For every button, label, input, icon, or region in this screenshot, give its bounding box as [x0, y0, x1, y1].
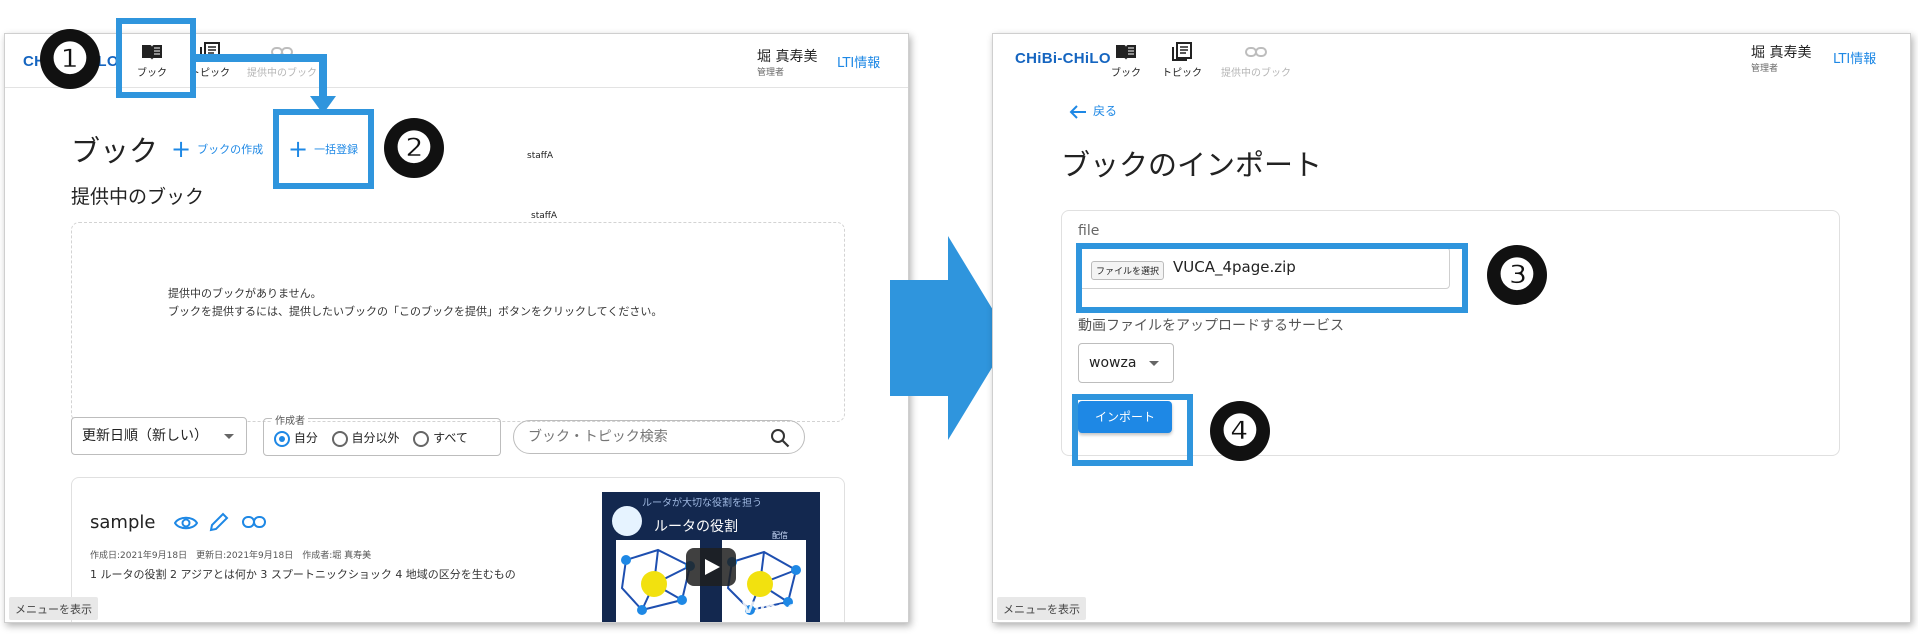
chevron-down-icon: [224, 434, 234, 439]
book-meta: 作成日:2021年9月18日 更新日:2021年9月18日 作成者:堀 真寿美: [90, 551, 372, 561]
radio-icon: [413, 430, 430, 447]
show-menu-button[interactable]: メニューを表示: [997, 597, 1086, 620]
search-icon[interactable]: [770, 428, 790, 448]
step-number-1: ❶: [40, 29, 100, 89]
nav-book[interactable]: ブック: [1097, 40, 1155, 79]
empty-message-line2: ブックを提供するには、提供したいブックの「このブックを提供」ボタンをクリックして…: [168, 305, 663, 318]
user-name[interactable]: 堀 真寿美: [757, 46, 817, 66]
edit-pencil-icon[interactable]: [208, 511, 230, 533]
preview-eye-icon[interactable]: [174, 514, 198, 532]
nav-book-label: ブック: [1111, 68, 1141, 79]
creator-filter: 作成者 自分 自分以外 すべて: [263, 412, 501, 456]
plus-icon: +: [171, 135, 192, 163]
step-number-3: ❸: [1487, 245, 1547, 305]
page-title: ブック: [71, 134, 159, 168]
lti-info-link[interactable]: LTI情報: [837, 52, 880, 71]
service-select-value: wowza: [1089, 355, 1137, 371]
service-select[interactable]: wowza: [1078, 343, 1174, 383]
creator-filter-legend: 作成者: [272, 412, 308, 427]
user-role: 管理者: [757, 68, 785, 78]
creator-option-others[interactable]: 自分以外: [331, 430, 400, 447]
radio-icon: [274, 430, 290, 447]
topic-icon: [1172, 42, 1192, 61]
book-icon: [1116, 45, 1136, 60]
creator-option-all[interactable]: すべて: [413, 430, 468, 447]
shared-books-empty-area: 提供中のブックがありません。 ブックを提供するには、提供したいブックの「このブッ…: [71, 222, 845, 422]
highlight-box-bulk-register: [273, 109, 374, 189]
play-icon: [705, 559, 720, 575]
empty-message-line1: 提供中のブックがありません。: [168, 287, 322, 300]
creator-option-label: 自分以外: [351, 431, 400, 445]
show-menu-button[interactable]: メニューを表示: [9, 597, 98, 620]
book-topics: 1 ルータの役割 2 アジアとは何か 3 スプートニックショック 4 地域の区分…: [90, 568, 516, 581]
sort-select-value: 更新日順（新しい）: [82, 428, 208, 444]
highlight-box-import-button: [1072, 394, 1193, 466]
chevron-down-icon: [1149, 361, 1159, 366]
nav-topic-label: トピック: [1162, 68, 1202, 79]
step-number-2: ❷: [384, 118, 444, 178]
creator-option-label: すべて: [433, 431, 468, 445]
file-field-label: file: [1078, 223, 1100, 239]
service-field-label: 動画ファイルをアップロードするサービス: [1078, 318, 1344, 334]
create-book-label: ブックの作成: [197, 143, 264, 156]
user-name[interactable]: 堀 真寿美: [1751, 42, 1811, 62]
creator-option-mine[interactable]: 自分: [274, 430, 318, 447]
video-thumbnail[interactable]: ルータが大切な役割を担う ルータの役割 配信 Vimeo: [602, 492, 820, 622]
creator-option-label: 自分: [293, 431, 318, 445]
book-card[interactable]: sample 作成日:2021年9月18日 更新日:2021年9月18日 作成者…: [71, 477, 845, 622]
link-icon: [1245, 47, 1267, 57]
thumbnail-title: ルータの役割: [654, 519, 738, 535]
staff-label: staffA: [527, 151, 619, 161]
search-field[interactable]: [513, 420, 805, 454]
page-title: ブックのインポート: [1061, 148, 1323, 182]
step-number-4: ❹: [1210, 401, 1270, 461]
back-link[interactable]: 戻る: [1069, 102, 1117, 120]
mascot-avatar: [612, 506, 642, 536]
highlight-box-file-input: [1076, 243, 1468, 313]
create-book-button[interactable]: + ブックの作成: [171, 135, 264, 164]
thumbnail-watermark: Vimeo: [742, 598, 799, 617]
user-role: 管理者: [1751, 64, 1779, 74]
highlight-box-book-nav: [116, 18, 196, 98]
thumbnail-caption: ルータが大切な役割を担う: [642, 498, 762, 509]
radio-icon: [331, 430, 348, 447]
top-app-bar: CHiBi-CHiLO ブック トピック 提供中のブック 堀 真寿美 管理: [993, 34, 1910, 88]
shared-books-heading: 提供中のブック: [71, 186, 205, 208]
book-import-screen: CHiBi-CHiLO ブック トピック 提供中のブック 堀 真寿美 管理者 L…: [992, 33, 1911, 623]
play-button[interactable]: [686, 548, 736, 586]
link-icon[interactable]: [242, 515, 266, 529]
nav-shared-books[interactable]: 提供中のブック: [1215, 40, 1297, 79]
nav-topic[interactable]: トピック: [1153, 40, 1211, 79]
arrow-left-icon: [1069, 104, 1086, 119]
book-title[interactable]: sample: [90, 512, 155, 533]
step-arrow-1-to-2: [190, 54, 336, 114]
nav-shared-label: 提供中のブック: [1221, 68, 1291, 79]
lti-info-link[interactable]: LTI情報: [1833, 48, 1876, 67]
sort-select[interactable]: 更新日順（新しい）: [71, 417, 247, 455]
search-input[interactable]: [528, 427, 758, 447]
back-label: 戻る: [1093, 104, 1118, 118]
book-list-screen: CHiBi-CHiLO ブック トピック 提供中のブック 堀 真寿美 管理: [4, 33, 909, 623]
staff-label: staffA: [531, 211, 623, 221]
